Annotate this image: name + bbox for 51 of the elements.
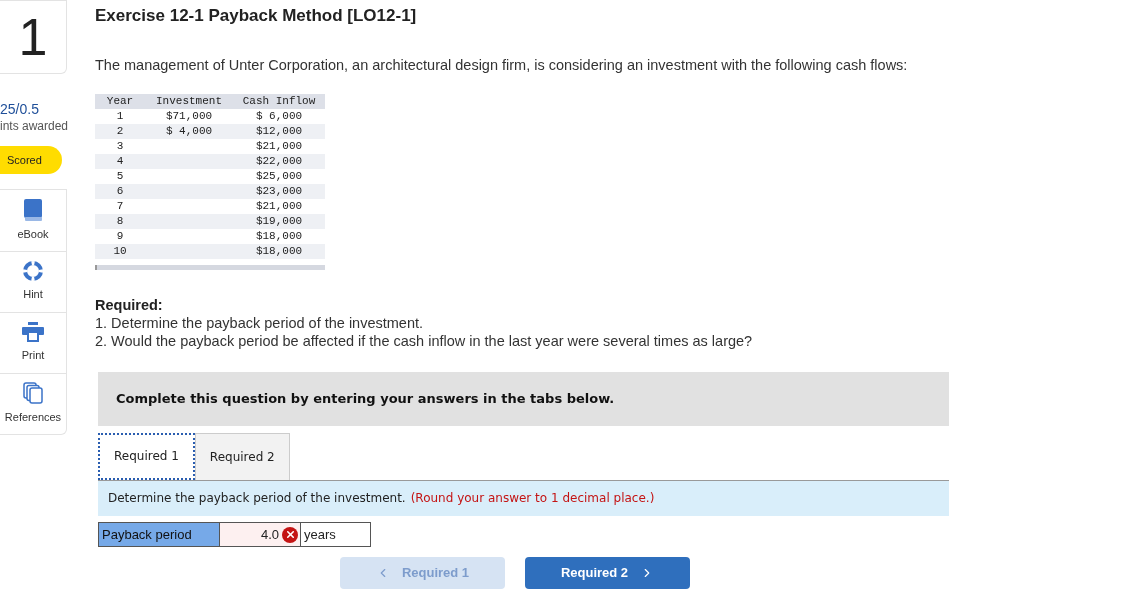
tab[interactable]: Required 1 bbox=[98, 432, 195, 480]
table-cell-text: 1 bbox=[115, 109, 125, 125]
question-number: 1 bbox=[0, 0, 67, 74]
sidebar-tool[interactable]: Print bbox=[0, 312, 66, 373]
lifebuoy-icon bbox=[23, 261, 43, 282]
tab[interactable]: Required 2 bbox=[194, 432, 290, 480]
exercise-title: Exercise 12-1 Payback Method [LO12-1] bbox=[95, 5, 418, 27]
table-cell-text: $12,000 bbox=[254, 124, 304, 140]
column-header: Cash Inflow bbox=[241, 94, 317, 110]
table-cell-text: 3 bbox=[115, 139, 125, 155]
table-cell-text: 8 bbox=[115, 214, 125, 230]
required-item: 1. Determine the payback period of the investment. bbox=[95, 314, 425, 333]
answer-field[interactable]: 4.0 bbox=[220, 522, 300, 547]
required-item: 2. Would the payback period be affected if the cash inflow in the last year were several times as large? bbox=[95, 332, 754, 351]
unit-label: years bbox=[300, 522, 371, 547]
points-caption: ints awarded bbox=[0, 118, 67, 134]
table-cell-text: 6 bbox=[115, 184, 125, 200]
sidebar-tool[interactable]: eBook bbox=[0, 190, 66, 251]
scored-badge: Scored bbox=[0, 146, 62, 174]
book-icon bbox=[24, 198, 42, 221]
table-cell-text: $19,000 bbox=[254, 214, 304, 230]
nav-button[interactable]: Required 2 bbox=[525, 557, 690, 589]
table-cell-text: 4 bbox=[115, 154, 125, 170]
documents-icon bbox=[23, 382, 43, 405]
table-cell-text: $18,000 bbox=[254, 244, 304, 260]
table-cell-text: $21,000 bbox=[254, 199, 304, 215]
table-cell-text: 5 bbox=[115, 169, 125, 185]
sidebar-tool[interactable]: References bbox=[0, 373, 66, 434]
error-icon bbox=[282, 526, 298, 543]
table-cell-text: $22,000 bbox=[254, 154, 304, 170]
table-cell-text: 7 bbox=[115, 199, 125, 215]
table-cell-text: $71,000 bbox=[164, 109, 214, 125]
table-cell-text: $23,000 bbox=[254, 184, 304, 200]
table-cell-text: 10 bbox=[112, 244, 128, 260]
table-cell-text: 9 bbox=[115, 229, 125, 245]
required-heading: Required: bbox=[95, 296, 164, 315]
table-cell-text: $ 4,000 bbox=[164, 124, 214, 140]
table-cell-text: $18,000 bbox=[254, 229, 304, 245]
instruction-banner: Complete this question by entering your answers in the tabs below. bbox=[98, 372, 949, 426]
table-cell-text: 2 bbox=[115, 124, 125, 140]
table-cell-text: $ 6,000 bbox=[254, 109, 304, 125]
points-score: 25/0.5 bbox=[0, 100, 40, 118]
instruction-text: Determine the payback period of the investment. (Round your answer to 1 decimal place.) bbox=[98, 480, 949, 517]
intro-text: The management of Unter Corporation, an architectural design firm, is considering an investment with the following cash flows: bbox=[95, 55, 909, 75]
sidebar-tool[interactable]: Hint bbox=[0, 251, 66, 312]
printer-icon bbox=[22, 322, 44, 343]
column-header: Year bbox=[105, 94, 135, 110]
table-cell-text: $25,000 bbox=[254, 169, 304, 185]
answer-label: Payback period bbox=[98, 522, 220, 547]
table-cell-text: $21,000 bbox=[254, 139, 304, 155]
column-header: Investment bbox=[155, 94, 223, 110]
